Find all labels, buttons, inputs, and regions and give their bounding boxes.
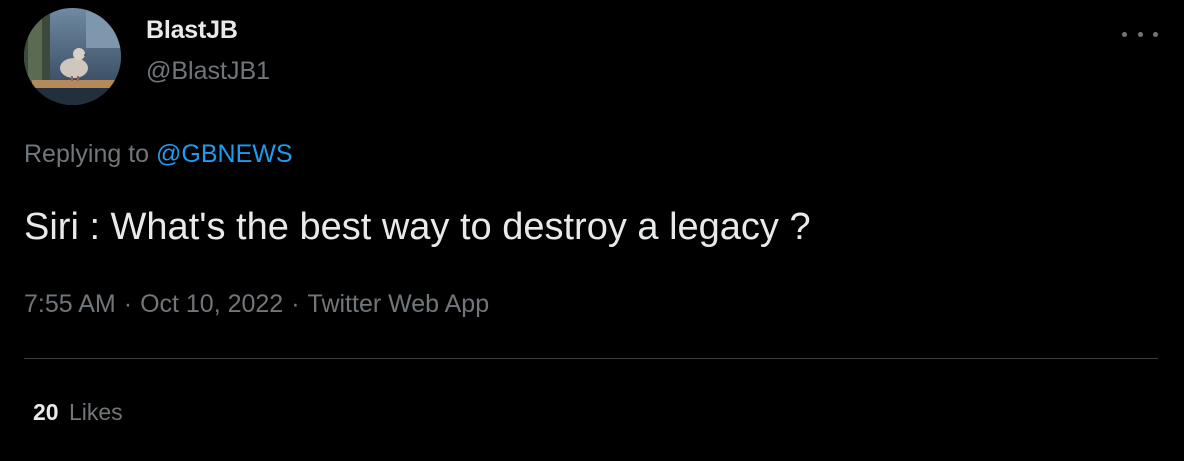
likes-count: 20 [33, 399, 59, 425]
reply-context: Replying to @GBNEWS [24, 140, 293, 169]
tweet-source[interactable]: Twitter Web App [308, 290, 490, 318]
likes-stat[interactable]: 20 Likes [33, 399, 123, 426]
tweet-meta: 7:55 AM · Oct 10, 2022 · Twitter Web App [24, 290, 489, 319]
author-handle[interactable]: @BlastJB1 [146, 57, 270, 86]
avatar[interactable] [24, 8, 121, 105]
tweet-text: Siri : What's the best way to destroy a … [24, 206, 811, 248]
tweet-date[interactable]: Oct 10, 2022 [140, 290, 283, 318]
divider [24, 358, 1158, 359]
pigeon-photo [24, 8, 121, 105]
meta-separator: · [291, 290, 300, 318]
author-display-name[interactable]: BlastJB [146, 16, 238, 45]
more-dot [1122, 31, 1127, 37]
tweet-time[interactable]: 7:55 AM [24, 290, 116, 318]
more-options-icon[interactable] [1122, 22, 1158, 46]
meta-separator: · [123, 290, 133, 318]
more-dot [1137, 31, 1143, 37]
reply-mention-link[interactable]: @GBNEWS [156, 140, 293, 168]
more-dot [1153, 31, 1158, 37]
likes-label: Likes [68, 399, 123, 425]
reply-prefix: Replying to [24, 140, 150, 168]
tweet-detail: BlastJB @BlastJB1 Replying to @GBNEWS Si… [0, 0, 1184, 461]
